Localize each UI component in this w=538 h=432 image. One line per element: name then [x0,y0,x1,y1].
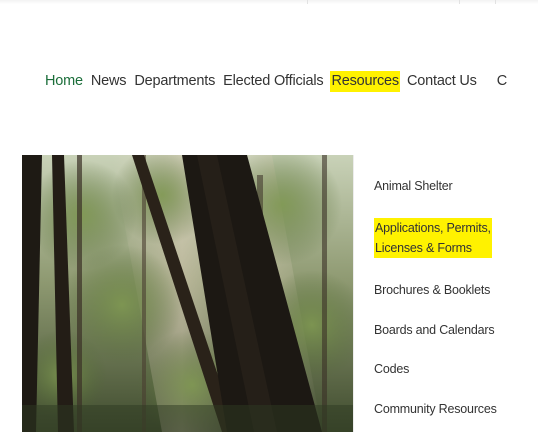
nav-contact-us[interactable]: Contact Us [406,71,478,92]
menu-item-animal-shelter[interactable]: Animal Shelter [374,179,453,193]
menu-item-applications-permits-licenses-forms[interactable]: Applications, Permits, Licenses & Forms [374,218,492,258]
menu-item-community-resources[interactable]: Community Resources [374,402,497,416]
menu-item-label-line-2: Licenses & Forms [375,241,472,255]
menu-item-label-line-1: Applications, Permits, [375,221,491,235]
menu-item-codes[interactable]: Codes [374,362,409,376]
main-nav: Home News Departments Elected Officials … [44,71,508,92]
page: Home News Departments Elected Officials … [0,0,538,432]
menu-item-boards-calendars[interactable]: Boards and Calendars [374,323,495,337]
nav-item-cutoff[interactable]: C [496,71,508,92]
menu-item-brochures-booklets[interactable]: Brochures & Booklets [374,283,490,297]
nav-departments[interactable]: Departments [133,71,216,92]
nav-home[interactable]: Home [44,71,84,92]
resources-dropdown-menu: Animal Shelter Applications, Permits, Li… [353,155,538,432]
nav-resources[interactable]: Resources [330,71,400,92]
browser-top-edge [0,0,538,4]
hero-forest-image [22,155,353,432]
nav-elected-officials[interactable]: Elected Officials [222,71,324,92]
nav-news[interactable]: News [90,71,127,92]
